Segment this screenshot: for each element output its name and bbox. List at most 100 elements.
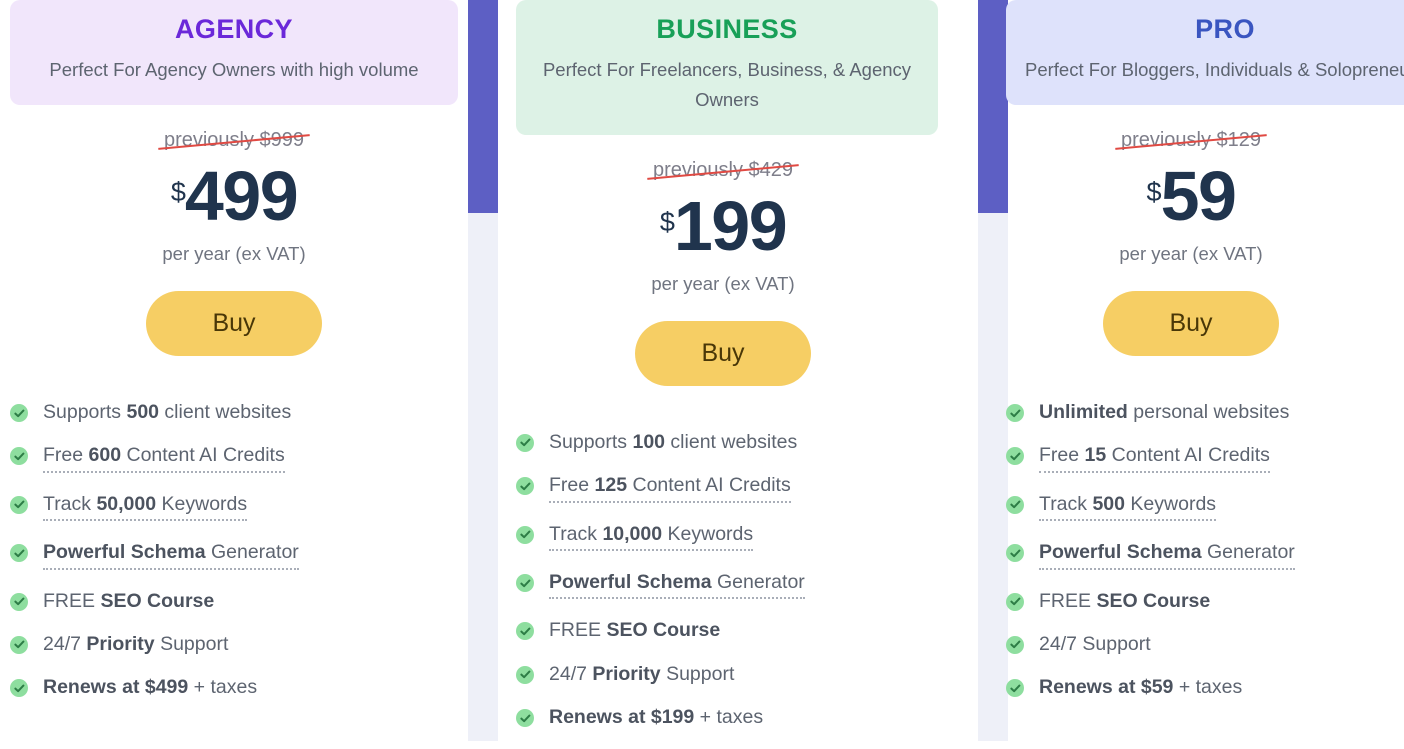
feature-label: Free 600 Content AI Credits [43,443,285,473]
feature-item: 24/7 Support [1006,632,1404,656]
check-circle-icon [1006,404,1024,423]
feature-label: Powerful Schema Generator [43,540,299,570]
feature-item[interactable]: Powerful Schema Generator [516,570,978,600]
feature-item[interactable]: Powerful Schema Generator [1006,540,1404,570]
plan-title: AGENCY [175,14,293,44]
check-circle-icon [10,592,28,611]
feature-item[interactable]: Track 500 Keywords [1006,492,1404,522]
feature-label: Track 10,000 Keywords [549,522,754,552]
check-circle-icon [1006,447,1024,466]
feature-label: Supports 100 client websites [549,430,798,453]
check-circle-icon [10,679,28,698]
feature-label: Supports 500 client websites [43,401,292,424]
buy-button-wrap: Buy [0,265,468,357]
feature-label: Track 50,000 Keywords [43,492,248,522]
plan-tagline: Perfect For Freelancers, Business, & Age… [542,59,912,111]
plan-tagline: Perfect For Bloggers, Individuals & Solo… [1024,59,1404,81]
feature-item: Supports 500 client websites [10,400,468,424]
check-circle-icon [1006,679,1024,698]
check-circle-icon [516,709,534,728]
check-circle-icon [10,495,28,514]
feature-list-pro: Unlimited personal websites Free 15 Conte… [978,356,1404,700]
feature-item: Supports 100 client websites [516,430,978,454]
buy-button-pro[interactable]: Buy [1103,291,1279,357]
currency-symbol: $ [170,177,186,208]
feature-item[interactable]: Free 600 Content AI Credits [10,443,468,473]
plan-header-agency: AGENCY Perfect For Agency Owners with hi… [10,0,458,106]
plan-tagline: Perfect For Agency Owners with high volu… [49,59,419,81]
feature-label: Powerful Schema Generator [1039,540,1295,570]
check-circle-icon [1006,635,1024,654]
price-amount: 59 [1160,157,1237,236]
feature-item[interactable]: Powerful Schema Generator [10,540,468,570]
feature-item: FREE SEO Course [1006,589,1404,613]
buy-button-business[interactable]: Buy [635,320,811,386]
check-circle-icon [1006,544,1024,563]
feature-item: Renews at $199 + taxes [516,705,978,729]
feature-item: FREE SEO Course [10,589,468,613]
check-circle-icon [10,635,28,654]
feature-label: Powerful Schema Generator [549,570,805,600]
check-circle-icon [10,404,28,423]
price-period: per year (ex VAT) [651,272,795,294]
check-circle-icon [1006,592,1024,611]
feature-item: Renews at $499 + taxes [10,675,468,699]
plan-header-business: BUSINESS Perfect For Freelancers, Busine… [516,0,938,135]
check-circle-icon [516,525,534,544]
check-circle-icon [516,622,534,641]
previous-price: previously $999 [158,127,310,153]
feature-label: FREE SEO Course [43,589,215,612]
feature-item[interactable]: Free 125 Content AI Credits [516,473,978,503]
feature-label: Track 500 Keywords [1039,492,1217,522]
feature-label: Unlimited personal websites [1039,401,1290,424]
price-block: previously $999 $ 499 per year (ex VAT) [0,105,468,265]
pricing-card-agency: AGENCY Perfect For Agency Owners with hi… [0,0,468,719]
check-circle-icon [516,433,534,452]
buy-button-agency[interactable]: Buy [146,291,322,357]
check-circle-icon [516,665,534,684]
feature-label: Renews at $499 + taxes [43,676,258,699]
pricing-plans: AGENCY Perfect For Agency Owners with hi… [0,0,1404,741]
price-block: previously $129 $ 59 per year (ex VAT) [978,105,1404,265]
price-block: previously $429 $ 199 per year (ex VAT) [468,135,978,295]
check-circle-icon [516,477,534,496]
feature-label: 24/7 Priority Support [43,632,229,655]
currency-symbol: $ [1146,177,1162,208]
feature-item: 24/7 Priority Support [516,662,978,686]
check-circle-icon [10,544,28,563]
feature-list-agency: Supports 500 client websites Free 600 Con… [0,356,468,700]
buy-button-wrap: Buy [468,295,978,386]
feature-label: FREE SEO Course [549,619,721,642]
feature-item[interactable]: Track 10,000 Keywords [516,522,978,552]
price-amount: 199 [673,186,788,265]
buy-button-wrap: Buy [978,265,1404,357]
feature-item: Unlimited personal websites [1006,400,1404,424]
previous-price: previously $429 [647,157,799,183]
plan-title: BUSINESS [656,14,798,44]
feature-label: Renews at $59 + taxes [1039,676,1243,699]
previous-price: previously $129 [1115,127,1267,153]
feature-item[interactable]: Free 15 Content AI Credits [1006,443,1404,473]
feature-item: 24/7 Priority Support [10,632,468,656]
plan-header-pro: PRO Perfect For Bloggers, Individuals & … [1006,0,1404,106]
current-price: $ 199 [468,191,978,261]
feature-label: 24/7 Priority Support [549,662,735,685]
check-circle-icon [1006,495,1024,514]
feature-label: Renews at $199 + taxes [549,706,764,729]
check-circle-icon [10,447,28,466]
feature-label: Free 15 Content AI Credits [1039,443,1270,473]
current-price: $ 59 [978,161,1404,231]
currency-symbol: $ [659,206,675,237]
price-period: per year (ex VAT) [1119,243,1263,265]
feature-item[interactable]: Track 50,000 Keywords [10,492,468,522]
current-price: $ 499 [0,161,468,231]
pricing-card-pro: PRO Perfect For Bloggers, Individuals & … [978,0,1404,719]
feature-label: FREE SEO Course [1039,589,1211,612]
price-amount: 499 [184,157,299,236]
feature-label: Free 125 Content AI Credits [549,473,791,503]
pricing-card-business: BUSINESS Perfect For Freelancers, Busine… [468,0,978,749]
check-circle-icon [516,574,534,593]
feature-item: FREE SEO Course [516,618,978,642]
price-period: per year (ex VAT) [162,243,306,265]
feature-list-business: Supports 100 client websites Free 125 Con… [468,386,978,730]
